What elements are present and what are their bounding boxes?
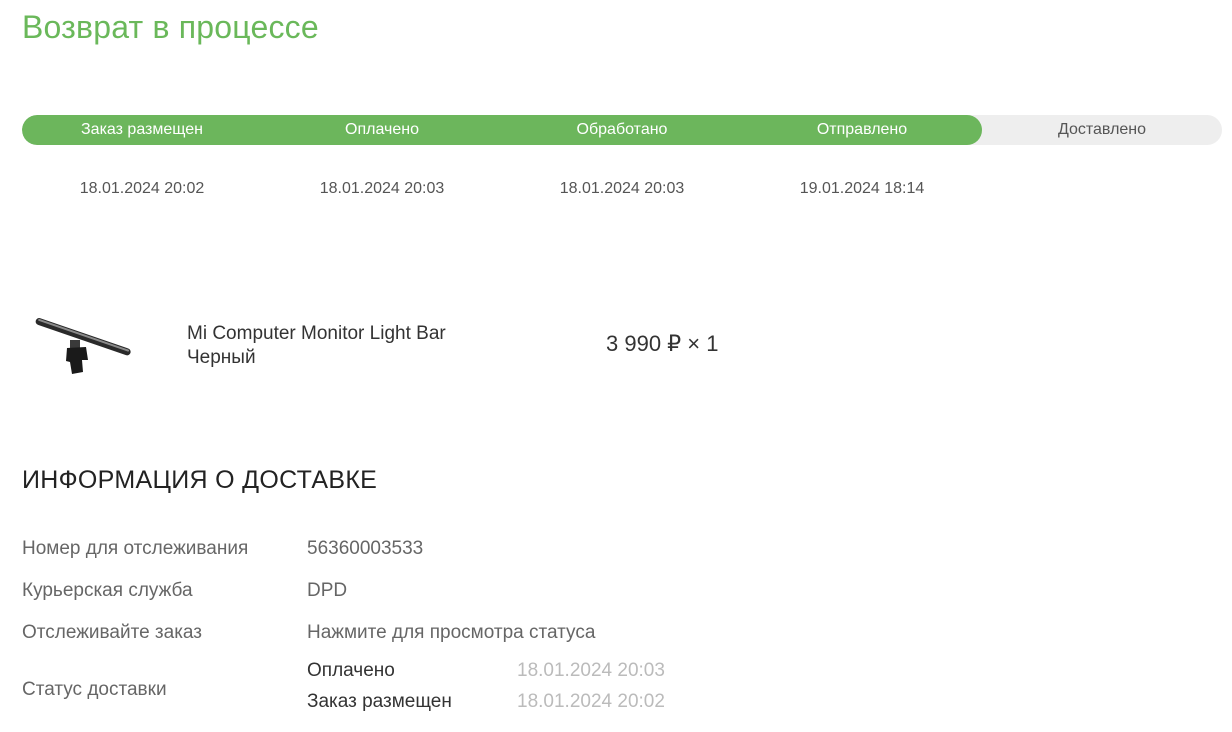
product-variant: Черный: [187, 347, 256, 368]
product-price: 3 990 ₽ × 1: [606, 331, 719, 356]
delivery-status-label: Статус доставки: [22, 679, 167, 700]
tracking-number-value: 56360003533: [307, 538, 424, 559]
status-history-date: 18.01.2024 20:03: [517, 660, 665, 681]
step-date-shipped: 19.01.2024 18:14: [799, 180, 925, 197]
product-name-block[interactable]: Mi Computer Monitor Light Bar Черный: [187, 322, 446, 370]
step-label-placed: Заказ размещен: [81, 121, 203, 138]
status-history-date: 18.01.2024 20:02: [517, 691, 665, 712]
delivery-section-title: ИНФОРМАЦИЯ О ДОСТАВКЕ: [22, 466, 378, 494]
step-label-processed: Обработано: [576, 121, 668, 138]
page-title: Возврат в процессе: [22, 9, 319, 45]
step-date-placed: 18.01.2024 20:02: [79, 180, 205, 197]
product-name[interactable]: Mi Computer Monitor Light Bar: [187, 322, 446, 346]
step-label-delivered: Доставлено: [1057, 121, 1147, 138]
status-history-name: Заказ размещен: [307, 691, 452, 712]
courier-label: Курьерская служба: [22, 580, 193, 601]
status-history-name: Оплачено: [307, 660, 395, 681]
track-order-label: Отслеживайте заказ: [22, 622, 202, 643]
track-status-link[interactable]: Нажмите для просмотра статуса: [307, 622, 595, 644]
step-date-processed: 18.01.2024 20:03: [559, 180, 685, 197]
tracking-number-label: Номер для отслеживания: [22, 538, 249, 559]
courier-value: DPD: [307, 580, 348, 601]
step-label-shipped: Отправлено: [816, 121, 908, 138]
order-progress-bar: Заказ размещен Оплачено Обработано Отпра…: [22, 115, 1222, 145]
step-date-paid: 18.01.2024 20:03: [319, 180, 445, 197]
step-label-paid: Оплачено: [345, 121, 419, 138]
monitor-light-bar-image[interactable]: [30, 310, 134, 380]
